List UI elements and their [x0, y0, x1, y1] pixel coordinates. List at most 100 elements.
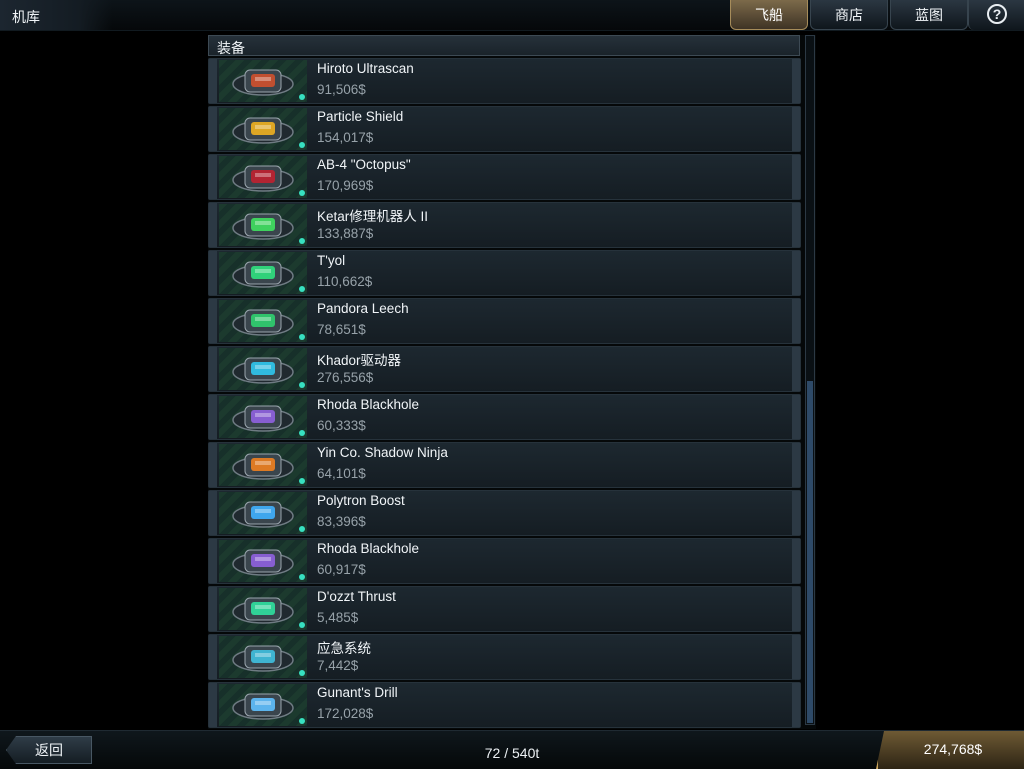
status-dot: [299, 622, 305, 628]
status-dot: [299, 574, 305, 580]
page-title: 机库: [12, 9, 40, 25]
item-price: 83,396$: [317, 514, 366, 529]
booster-icon: [219, 492, 307, 534]
row-left-cap: [209, 155, 217, 199]
item-name: Rhoda Blackhole: [317, 397, 420, 412]
equipment-list: Hiroto Ultrascan 91,506$ Particle Shield 15…: [208, 58, 808, 730]
status-dot: [299, 190, 305, 196]
tab-ships[interactable]: 飞船: [730, 0, 808, 30]
item-price: 78,651$: [317, 322, 366, 337]
row-left-cap: [209, 395, 217, 439]
repair-bot-icon: [219, 204, 307, 246]
item-price: 172,028$: [317, 706, 374, 721]
equipment-panel: 装备 Hiroto Ultrascan 91,506$ Particle Shiel…: [208, 35, 816, 729]
row-left-cap: [209, 299, 217, 343]
row-left-cap: [209, 635, 217, 679]
item-name: Ketar修理机器人 II: [317, 209, 429, 224]
scanner-icon: [219, 60, 307, 102]
status-dot: [299, 142, 305, 148]
row-left-cap: [209, 347, 217, 391]
item-name: AB-4 "Octopus": [317, 157, 411, 172]
row-left-cap: [209, 251, 217, 295]
list-item[interactable]: Rhoda Blackhole 60,333$: [208, 394, 801, 440]
item-name: 应急系统: [317, 641, 371, 656]
row-right-cap: [792, 395, 800, 439]
list-item[interactable]: AB-4 "Octopus" 170,969$: [208, 154, 801, 200]
row-right-cap: [792, 683, 800, 727]
item-name: Yin Co. Shadow Ninja: [317, 445, 448, 460]
row-right-cap: [792, 299, 800, 343]
title-plate: 机库: [0, 0, 112, 30]
back-button[interactable]: 返回: [6, 736, 92, 764]
list-item[interactable]: Gunant's Drill 172,028$: [208, 682, 801, 728]
tab-blueprints[interactable]: 蓝图: [890, 0, 968, 30]
status-dot: [299, 334, 305, 340]
mining-drill-icon: [219, 684, 307, 726]
item-price: 5,485$: [317, 610, 359, 625]
item-name: Particle Shield: [317, 109, 404, 124]
bottom-bar: 返回 72 / 540t 274,768$: [0, 730, 1024, 769]
item-name: Polytron Boost: [317, 493, 405, 508]
status-dot: [299, 670, 305, 676]
scrollbar[interactable]: [805, 35, 815, 725]
status-dot: [299, 94, 305, 100]
item-name: T'yol: [317, 253, 346, 268]
row-right-cap: [792, 155, 800, 199]
status-dot: [299, 526, 305, 532]
row-left-cap: [209, 107, 217, 151]
item-price: 133,887$: [317, 226, 374, 241]
list-item[interactable]: 应急系统 7,442$: [208, 634, 801, 680]
blackhole-generator-icon: [219, 396, 307, 438]
scrollbar-thumb[interactable]: [807, 381, 813, 723]
help-button[interactable]: ?: [968, 0, 1024, 30]
item-price: 60,333$: [317, 418, 366, 433]
cloak-device-icon: [219, 444, 307, 486]
section-title: 装备: [217, 40, 245, 56]
status-dot: [299, 718, 305, 724]
list-item[interactable]: T'yol 110,662$: [208, 250, 801, 296]
list-item[interactable]: Pandora Leech 78,651$: [208, 298, 801, 344]
thruster-icon: [219, 588, 307, 630]
item-price: 7,442$: [317, 658, 359, 673]
status-dot: [299, 286, 305, 292]
item-price: 91,506$: [317, 82, 366, 97]
item-price: 154,017$: [317, 130, 374, 145]
item-price: 64,101$: [317, 466, 366, 481]
item-price: 110,662$: [317, 274, 373, 289]
help-icon: ?: [987, 4, 1007, 24]
list-item[interactable]: D'ozzt Thrust 5,485$: [208, 586, 801, 632]
row-left-cap: [209, 203, 217, 247]
list-item[interactable]: Yin Co. Shadow Ninja 64,101$: [208, 442, 801, 488]
list-item[interactable]: Hiroto Ultrascan 91,506$: [208, 58, 801, 104]
energy-leech-icon: [219, 300, 307, 342]
tab-shop[interactable]: 商店: [810, 0, 888, 30]
row-left-cap: [209, 491, 217, 535]
row-right-cap: [792, 203, 800, 247]
item-price: 276,556$: [317, 370, 374, 385]
list-item[interactable]: Khador驱动器 276,556$: [208, 346, 801, 392]
row-left-cap: [209, 539, 217, 583]
row-right-cap: [792, 587, 800, 631]
item-name: D'ozzt Thrust: [317, 589, 396, 604]
row-right-cap: [792, 491, 800, 535]
row-left-cap: [209, 587, 217, 631]
list-item[interactable]: Rhoda Blackhole 60,917$: [208, 538, 801, 584]
missile-launcher-icon: [219, 156, 307, 198]
item-price: 60,917$: [317, 562, 366, 577]
list-item[interactable]: Ketar修理机器人 II 133,887$: [208, 202, 801, 248]
shield-generator-icon: [219, 108, 307, 150]
status-dot: [299, 382, 305, 388]
status-dot: [299, 478, 305, 484]
row-right-cap: [792, 59, 800, 103]
row-left-cap: [209, 59, 217, 103]
drive-core-icon: [219, 348, 307, 390]
item-name: Khador驱动器: [317, 353, 402, 368]
status-dot: [299, 430, 305, 436]
list-item[interactable]: Particle Shield 154,017$: [208, 106, 801, 152]
item-name: Hiroto Ultrascan: [317, 61, 414, 76]
row-right-cap: [792, 107, 800, 151]
blackhole-generator-icon: [219, 540, 307, 582]
armor-plate-icon: [219, 252, 307, 294]
list-item[interactable]: Polytron Boost 83,396$: [208, 490, 801, 536]
row-right-cap: [792, 635, 800, 679]
